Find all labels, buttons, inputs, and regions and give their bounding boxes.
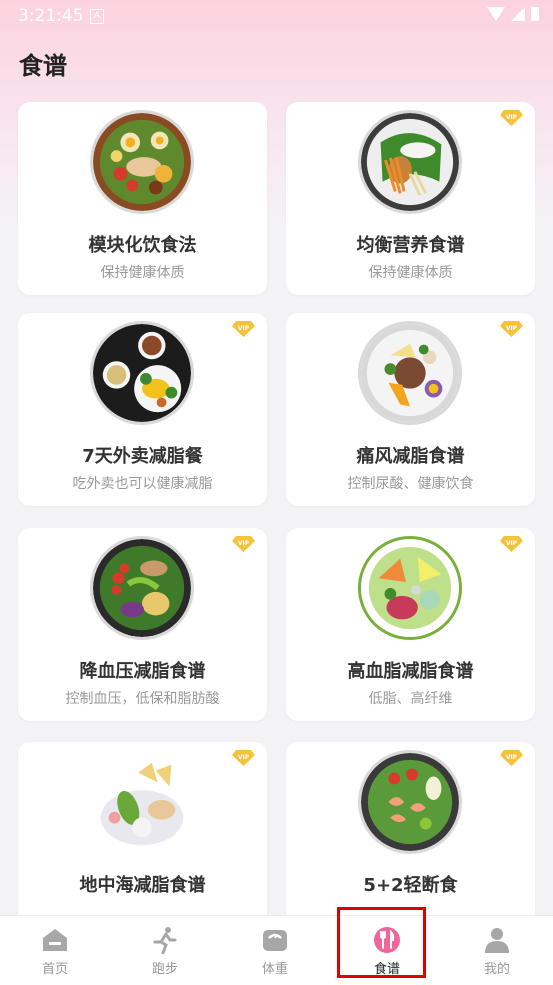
notification-badge-icon: A [90,9,104,24]
tab-home[interactable]: 首页 [0,916,110,985]
recipe-card[interactable]: VIP 痛风减脂食谱 控制尿酸、健康饮食 [286,313,535,506]
recipe-card[interactable]: VIP 地中海减脂食谱 [18,742,267,935]
mediterranean-bowl-photo [90,750,194,854]
profile-icon [483,926,511,954]
vip-badge-icon: VIP [500,750,523,766]
takeout-meal-photo [90,321,194,425]
home-icon [41,926,69,954]
tab-label: 跑步 [151,962,178,977]
tab-label: 首页 [41,962,68,977]
grain-bowl-photo [358,321,462,425]
recipe-desc: 控制尿酸、健康饮食 [347,476,474,492]
vip-badge-icon: VIP [500,110,523,126]
recipe-card[interactable]: VIP 7天外卖减脂餐 吃外卖也可以健康减脂 [18,313,267,506]
signal-icon [511,7,525,21]
wifi-icon [487,7,505,21]
recipe-desc: 吃外卖也可以健康减脂 [72,476,213,492]
recipe-name: 降血压减脂食谱 [79,661,206,682]
chicken-greens-photo [358,110,462,214]
tab-running[interactable]: 跑步 [110,916,220,985]
status-time: 3:21:45 [18,6,84,26]
recipe-card[interactable]: 模块化饮食法 保持健康体质 [18,102,267,295]
svg-text:VIP: VIP [506,325,518,332]
battery-icon [531,7,539,21]
recipe-desc: 保持健康体质 [368,265,453,281]
veggie-bowl-photo [90,536,194,640]
vip-badge-icon: VIP [500,321,523,337]
scale-icon [261,926,289,954]
tab-label: 体重 [261,962,288,977]
tab-weight[interactable]: 体重 [220,916,330,985]
recipe-card[interactable]: VIP 均衡营养食谱 保持健康体质 [286,102,535,295]
recipe-card[interactable]: VIP 高血脂减脂食谱 低脂、高纤维 [286,528,535,721]
tab-label: 我的 [483,962,510,977]
shrimp-salad-photo [358,750,462,854]
recipe-desc: 控制血压，低保和脂肪酸 [65,691,220,707]
vip-badge-icon: VIP [232,321,255,337]
recipe-name: 5+2轻断食 [363,875,458,896]
recipe-card[interactable]: VIP 降血压减脂食谱 控制血压，低保和脂肪酸 [18,528,267,721]
svg-text:VIP: VIP [238,325,250,332]
status-icons [487,7,539,21]
recipe-name: 7天外卖减脂餐 [82,446,203,467]
tab-profile[interactable]: 我的 [442,916,552,985]
fresh-salad-photo [358,536,462,640]
svg-text:VIP: VIP [238,540,250,547]
vip-badge-icon: VIP [500,536,523,552]
running-icon [151,926,179,954]
svg-text:VIP: VIP [238,754,250,761]
recipe-name: 高血脂减脂食谱 [347,661,474,682]
svg-text:VIP: VIP [506,114,518,121]
recipe-desc: 低脂、高纤维 [368,691,453,707]
recipe-name: 均衡营养食谱 [356,235,465,256]
recipe-name: 模块化饮食法 [88,235,197,256]
vip-badge-icon: VIP [232,750,255,766]
vip-badge-icon: VIP [232,536,255,552]
svg-text:VIP: VIP [506,540,518,547]
status-bar: 3:21:45 A [0,0,553,34]
recipe-name: 痛风减脂食谱 [356,446,465,467]
salad-bowl-photo [90,110,194,214]
svg-text:VIP: VIP [506,754,518,761]
recipe-name: 地中海减脂食谱 [79,875,206,896]
selection-highlight-box [337,907,426,978]
bottom-tab-bar: 首页 跑步 体重 食谱 我的 [0,915,553,985]
page-title: 食谱 [19,52,67,80]
recipe-desc: 保持健康体质 [100,265,185,281]
